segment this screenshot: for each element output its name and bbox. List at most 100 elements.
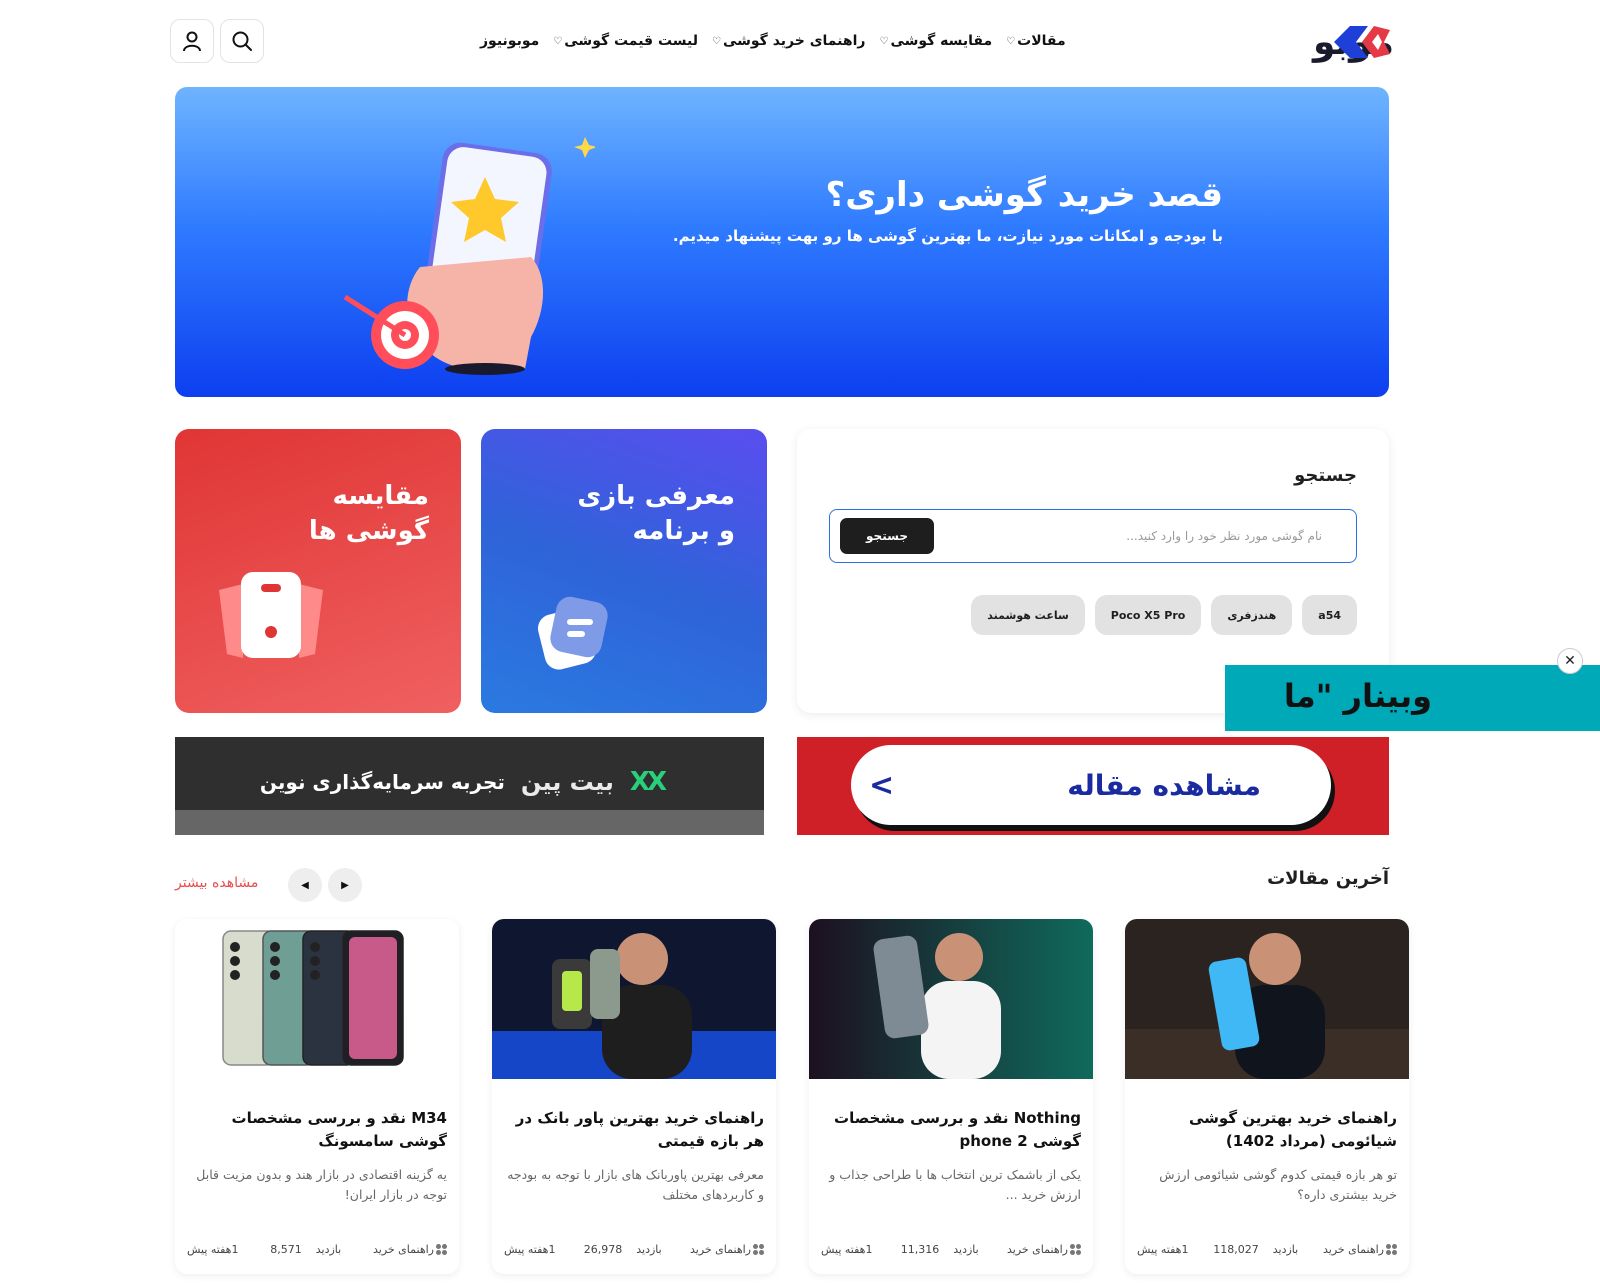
bitpin-ad-content: XX بیت پین تجربه سرمایه‌گذاری نوین — [259, 767, 667, 797]
phone-star-illustration — [343, 137, 595, 375]
article-desc: یکی از باشمک ترین انتخاب ها با طراحی جذا… — [829, 1167, 1081, 1202]
article-card[interactable]: راهنمای خرید بهترین پاور بانک در هر بازه… — [492, 919, 776, 1274]
suggested-tags: a54 هندزفری Poco X5 Pro ساعت هوشمند — [971, 595, 1357, 635]
article-desc: تو هر بازه قیمتی کدوم گوشی شیائومی ارزش … — [1159, 1167, 1397, 1202]
views-count: 8,571 — [270, 1243, 302, 1256]
article-thumbnail — [809, 919, 1093, 1079]
view-more-link[interactable]: مشاهده بیشتر — [175, 875, 258, 891]
article-title: راهنمای خرید بهترین گوشی شیائومی (مرداد … — [1188, 1109, 1397, 1151]
user-button[interactable] — [170, 19, 214, 63]
article-card[interactable]: Nothing نقد و بررسی مشخصات گوشی phone 2 … — [809, 919, 1093, 1274]
article-time: 1هفته پیش — [1137, 1243, 1189, 1256]
latest-articles-title: آخرین مقالات — [1267, 868, 1389, 889]
close-icon[interactable]: ✕ — [1557, 648, 1583, 674]
article-category: راهنمای خرید — [1007, 1243, 1081, 1256]
article-category: راهنمای خرید — [690, 1243, 764, 1256]
bitpin-brand: بیت پین — [520, 768, 614, 796]
compare-phones-card[interactable]: مقایسه گوشی ها — [175, 429, 461, 713]
article-meta: راهنمای خرید بازدید 26,978 1هفته پیش — [504, 1243, 764, 1256]
views-count: 118,027 — [1213, 1243, 1259, 1256]
bitpin-ad-banner[interactable]: XX بیت پین تجربه سرمایه‌گذاری نوین — [175, 737, 764, 835]
article-views: بازدید 26,978 — [584, 1243, 662, 1256]
category-icon — [1386, 1244, 1397, 1255]
chevron-left-icon: < — [869, 767, 895, 803]
webinar-popup[interactable]: وبینار "ما — [1225, 665, 1600, 731]
search-button[interactable] — [220, 19, 264, 63]
article-desc: یه گزینه اقتصادی در بازار هند و بدون مزی… — [196, 1167, 447, 1202]
article-card[interactable]: M34 نقد و بررسی مشخصات گوشی سامسونگ یه گ… — [175, 919, 459, 1274]
article-category: راهنمای خرید — [373, 1243, 447, 1256]
search-box: جستجو — [829, 509, 1357, 563]
views-label: بازدید — [1272, 1243, 1299, 1256]
category-icon — [753, 1244, 764, 1255]
category-label: راهنمای خرید — [1006, 1243, 1068, 1256]
hero-banner[interactable]: قصد خرید گوشی داری؟ با بودجه و امکانات م… — [175, 87, 1389, 397]
article-title: راهنمای خرید بهترین پاور بانک در هر بازه… — [515, 1109, 764, 1151]
article-thumbnail — [1125, 919, 1409, 1079]
article-meta: راهنمای خرید بازدید 11,316 1هفته پیش — [821, 1243, 1081, 1256]
views-label: بازدید — [636, 1243, 662, 1256]
user-icon — [183, 31, 201, 52]
article-views: بازدید 8,571 — [270, 1243, 341, 1256]
nav-label: لیست قیمت گوشی — [564, 33, 698, 49]
article-category: راهنمای خرید — [1323, 1243, 1397, 1256]
category-label: راهنمای خرید — [689, 1243, 751, 1256]
phone-compare-icon — [219, 572, 323, 658]
category-label: راهنمای خرید — [1322, 1243, 1384, 1256]
article-title: M34 نقد و بررسی مشخصات گوشی سامسونگ — [231, 1109, 448, 1151]
games-apps-title: معرفی بازی و برنامه — [577, 481, 735, 547]
site-logo[interactable]: موبو — [1244, 20, 1395, 64]
article-meta: راهنمای خرید بازدید 118,027 1هفته پیش — [1137, 1243, 1397, 1256]
nav-item-mobonews[interactable]: موبونیوز — [480, 33, 539, 49]
logo-mark-icon — [1334, 26, 1390, 58]
banner-stripe — [175, 810, 764, 835]
search-icon — [232, 31, 252, 51]
phone-search-input[interactable] — [942, 529, 1322, 543]
article-title: Nothing نقد و بررسی مشخصات گوشی phone 2 — [834, 1109, 1081, 1151]
nav-label: مقایسه گوشی — [890, 33, 993, 49]
search-title: جستجو — [1294, 465, 1357, 486]
tag-chip[interactable]: Poco X5 Pro — [1094, 595, 1202, 635]
chevron-down-icon: ♡ — [712, 35, 721, 47]
category-icon — [1070, 1244, 1081, 1255]
triangle-left-icon: ◀ — [301, 879, 309, 891]
tag-chip[interactable]: a54 — [1302, 595, 1357, 635]
carousel-prev-button[interactable]: ◀ — [288, 868, 322, 902]
views-label: بازدید — [315, 1243, 342, 1256]
site-header: موبو موبونیوز لیست قیمت گوشی♡ راهنمای خر… — [0, 0, 1600, 85]
tag-chip[interactable]: ساعت هوشمند — [971, 595, 1085, 635]
view-article-pill[interactable]: < مشاهده مقاله — [851, 745, 1331, 825]
compare-phones-title: مقایسه گوشی ها — [308, 481, 429, 547]
bitpin-logo-icon: XX — [629, 767, 667, 797]
article-desc: معرفی بهترین پاوربانک های بازار با توجه … — [507, 1167, 764, 1202]
view-article-label: مشاهده مقاله — [1067, 768, 1261, 802]
chevron-down-icon: ♡ — [553, 35, 563, 47]
carousel-next-button[interactable]: ▶ — [328, 868, 362, 902]
search-submit-button[interactable]: جستجو — [840, 518, 934, 554]
article-views: بازدید 11,316 — [901, 1243, 979, 1256]
nav-label: راهنمای خرید گوشی — [722, 33, 866, 49]
triangle-right-icon: ▶ — [341, 879, 349, 891]
games-apps-card[interactable]: معرفی بازی و برنامه — [481, 429, 767, 713]
category-label: راهنمای خرید — [372, 1243, 434, 1256]
views-count: 11,316 — [900, 1243, 940, 1256]
article-time: 1هفته پیش — [187, 1243, 239, 1256]
article-time: 1هفته پیش — [504, 1243, 556, 1256]
nav-item-buying-guide[interactable]: راهنمای خرید گوشی ♡ — [712, 33, 865, 49]
hero-title: قصد خرید گوشی داری؟ — [825, 175, 1223, 215]
nav-item-price-list[interactable]: لیست قیمت گوشی ♡ — [553, 33, 698, 49]
nav-item-articles[interactable]: مقالات ♡ — [1006, 33, 1065, 49]
tag-chip[interactable]: هندزفری — [1211, 595, 1293, 635]
article-meta: راهنمای خرید بازدید 8,571 1هفته پیش — [187, 1243, 447, 1256]
nav-item-compare[interactable]: مقایسه گوشی ♡ — [879, 33, 992, 49]
article-thumbnail — [492, 919, 776, 1079]
view-article-banner[interactable]: < مشاهده مقاله — [797, 737, 1389, 835]
chat-bubble-icon — [537, 596, 608, 670]
article-card[interactable]: راهنمای خرید بهترین گوشی شیائومی (مرداد … — [1125, 919, 1409, 1274]
article-time: 1هفته پیش — [821, 1243, 873, 1256]
main-nav: موبونیوز لیست قیمت گوشی ♡ راهنمای خرید گو… — [480, 28, 1066, 54]
bitpin-tagline: تجربه سرمایه‌گذاری نوین — [259, 770, 505, 794]
views-count: 26,978 — [583, 1243, 623, 1256]
webinar-text: وبینار "ما — [1283, 677, 1432, 715]
views-label: بازدید — [953, 1243, 979, 1256]
